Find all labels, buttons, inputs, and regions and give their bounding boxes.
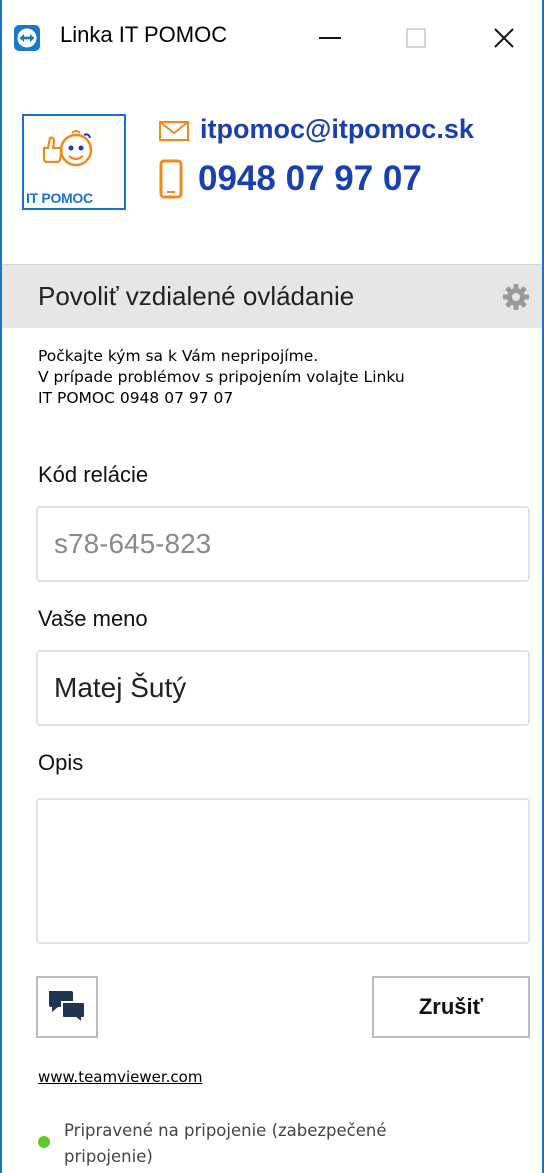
description-textarea[interactable] [36,798,530,944]
session-code-input[interactable]: s78-645-823 [36,506,530,582]
maximize-icon [406,28,426,48]
cancel-button[interactable]: Zrušiť [372,976,530,1038]
app-window: Linka IT POMOC IT POMOC itpomoc@itpomoc.… [0,0,544,1173]
chat-bubbles-icon [49,991,86,1026]
teamviewer-arrows-icon [14,25,40,51]
instructions-line-3: IT POMOC 0948 07 97 07 [38,389,234,407]
status-line-1: Pripravené na pripojenie (zabezpečené [64,1121,387,1140]
instructions-line-2: V prípade problémov s pripojením volajte… [38,368,405,386]
logo-text: IT POMOC [26,190,93,206]
maximize-button[interactable] [376,0,456,76]
gear-icon [503,284,529,310]
chat-button[interactable] [36,976,98,1038]
instructions-text: Počkajte kým sa k Vám nepripojíme. V prí… [38,346,534,409]
status-line-2: pripojenie) [64,1147,153,1166]
connection-status: Pripravené na pripojenie (zabezpečené pr… [64,1118,524,1170]
contact-phone: 0948 07 97 07 [198,159,422,198]
minimize-button[interactable] [290,0,370,76]
envelope-icon [159,120,189,141]
phone-icon [159,159,183,199]
window-title: Linka IT POMOC [60,22,228,47]
section-title: Povoliť vzdialené ovládanie [38,281,355,311]
email-row: itpomoc@itpomoc.sk [158,114,474,145]
session-code-label: Kód relácie [38,462,149,487]
close-icon [494,28,514,48]
instructions-line-1: Počkajte kým sa k Vám nepripojíme. [38,347,319,365]
teamviewer-link[interactable]: www.teamviewer.com [38,1068,202,1086]
phone-row: 0948 07 97 07 [158,158,422,200]
thumbs-up-face-icon [42,130,93,167]
settings-button[interactable] [502,283,530,315]
it-pomoc-logo: IT POMOC [22,114,126,210]
name-input[interactable]: Matej Šutý [36,650,530,726]
name-label: Vaše meno [38,606,148,631]
contact-email: itpomoc@itpomoc.sk [200,114,474,144]
close-button[interactable] [464,0,542,76]
section-header: Povoliť vzdialené ovládanie [2,264,542,328]
description-label: Opis [38,750,84,775]
title-bar[interactable]: Linka IT POMOC [2,0,542,76]
status-indicator [38,1136,50,1148]
minimize-icon [319,37,341,39]
